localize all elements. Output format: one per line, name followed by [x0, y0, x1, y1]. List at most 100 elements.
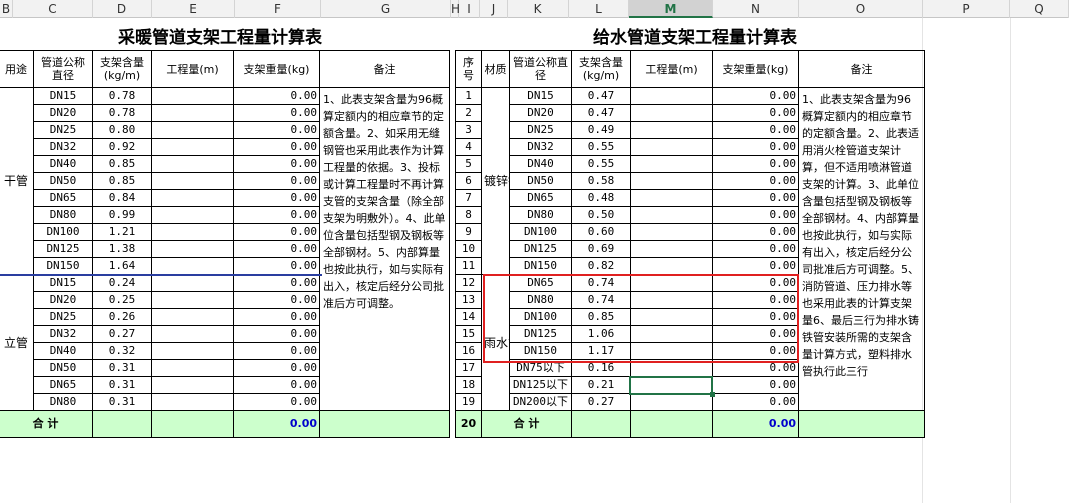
- quantity-cell[interactable]: [151, 342, 234, 360]
- quantity-cell[interactable]: [151, 308, 234, 326]
- weight-cell[interactable]: 0.00: [233, 359, 320, 377]
- quantity-cell[interactable]: [630, 155, 713, 173]
- group-label-riser[interactable]: 立管: [0, 274, 34, 411]
- weight-cell[interactable]: 0.00: [233, 257, 320, 275]
- pipe-size-cell[interactable]: DN40: [33, 155, 93, 173]
- column-header-b[interactable]: B: [0, 0, 13, 18]
- pipe-size-cell[interactable]: DN150: [33, 257, 93, 275]
- support-rate-cell[interactable]: 1.21: [92, 223, 152, 241]
- column-header-h[interactable]: H: [451, 0, 460, 18]
- support-rate-cell[interactable]: 0.78: [92, 87, 152, 105]
- support-rate-cell[interactable]: 0.84: [92, 189, 152, 207]
- column-header-l[interactable]: L: [569, 0, 629, 18]
- pipe-size-cell[interactable]: DN20: [509, 104, 572, 122]
- quantity-cell[interactable]: [151, 189, 234, 207]
- total-empty[interactable]: [571, 410, 631, 438]
- column-title[interactable]: 备注: [319, 50, 450, 88]
- row-number-cell[interactable]: 4: [455, 138, 482, 156]
- row-number-cell[interactable]: 10: [455, 240, 482, 258]
- weight-cell[interactable]: 0.00: [712, 240, 799, 258]
- weight-cell[interactable]: 0.00: [712, 104, 799, 122]
- quantity-cell[interactable]: [151, 376, 234, 394]
- weight-cell[interactable]: 0.00: [233, 223, 320, 241]
- support-rate-cell[interactable]: 0.85: [92, 172, 152, 190]
- row-number-cell[interactable]: 12: [455, 274, 482, 292]
- pipe-size-cell[interactable]: DN40: [509, 155, 572, 173]
- weight-cell[interactable]: 0.00: [233, 342, 320, 360]
- column-header-o[interactable]: O: [799, 0, 923, 18]
- pipe-size-cell[interactable]: DN32: [33, 138, 93, 156]
- row-number-cell[interactable]: 2: [455, 104, 482, 122]
- quantity-cell[interactable]: [630, 87, 713, 105]
- weight-cell[interactable]: 0.00: [233, 87, 320, 105]
- weight-cell[interactable]: 0.00: [712, 189, 799, 207]
- pipe-size-cell[interactable]: DN80: [33, 206, 93, 224]
- row-number-cell[interactable]: 1: [455, 87, 482, 105]
- support-rate-cell[interactable]: 0.82: [571, 257, 631, 275]
- pipe-size-cell[interactable]: DN65: [33, 189, 93, 207]
- weight-cell[interactable]: 0.00: [233, 274, 320, 292]
- pipe-size-cell[interactable]: DN200以下: [509, 393, 572, 411]
- pipe-size-cell[interactable]: DN125: [33, 240, 93, 258]
- support-rate-cell[interactable]: 0.24: [92, 274, 152, 292]
- total-empty[interactable]: [92, 410, 152, 438]
- row-number-cell[interactable]: 5: [455, 155, 482, 173]
- total-empty[interactable]: [151, 410, 234, 438]
- weight-cell[interactable]: 0.00: [233, 121, 320, 139]
- pipe-size-cell[interactable]: DN50: [33, 172, 93, 190]
- support-rate-cell[interactable]: 0.92: [92, 138, 152, 156]
- support-rate-cell[interactable]: 0.50: [571, 206, 631, 224]
- weight-cell[interactable]: 0.00: [233, 155, 320, 173]
- quantity-cell[interactable]: [151, 240, 234, 258]
- pipe-size-cell[interactable]: DN80: [509, 206, 572, 224]
- column-header-m[interactable]: M: [629, 0, 713, 18]
- pipe-size-cell[interactable]: DN20: [33, 291, 93, 309]
- quantity-cell[interactable]: [630, 121, 713, 139]
- weight-cell[interactable]: 0.00: [712, 87, 799, 105]
- quantity-cell[interactable]: [151, 172, 234, 190]
- quantity-cell[interactable]: [630, 104, 713, 122]
- pipe-size-cell[interactable]: DN15: [509, 87, 572, 105]
- support-rate-cell[interactable]: 0.27: [92, 325, 152, 343]
- quantity-cell[interactable]: [151, 104, 234, 122]
- column-header-q[interactable]: Q: [1010, 0, 1069, 18]
- support-rate-cell[interactable]: 0.27: [571, 393, 631, 411]
- weight-cell[interactable]: 0.00: [712, 223, 799, 241]
- pipe-size-cell[interactable]: DN125以下: [509, 376, 572, 394]
- column-header-g[interactable]: G: [321, 0, 451, 18]
- support-rate-cell[interactable]: 0.31: [92, 376, 152, 394]
- support-rate-cell[interactable]: 0.55: [571, 155, 631, 173]
- support-rate-cell[interactable]: 0.48: [571, 189, 631, 207]
- quantity-cell[interactable]: [151, 138, 234, 156]
- column-title[interactable]: 支架含量(kg/m): [571, 50, 631, 88]
- group-label-main-pipe[interactable]: 干管: [0, 87, 34, 275]
- support-rate-cell[interactable]: 0.26: [92, 308, 152, 326]
- column-title[interactable]: 支架重量(kg): [233, 50, 320, 88]
- pipe-size-cell[interactable]: DN50: [509, 172, 572, 190]
- quantity-cell[interactable]: [151, 393, 234, 411]
- fill-handle[interactable]: [710, 392, 715, 397]
- pipe-size-cell[interactable]: DN50: [33, 359, 93, 377]
- pipe-size-cell[interactable]: DN25: [509, 121, 572, 139]
- column-title[interactable]: 用途: [0, 50, 34, 88]
- quantity-cell[interactable]: [630, 240, 713, 258]
- row-number-cell[interactable]: 8: [455, 206, 482, 224]
- weight-cell[interactable]: 0.00: [233, 104, 320, 122]
- quantity-cell[interactable]: [630, 257, 713, 275]
- column-header-j[interactable]: J: [480, 0, 508, 18]
- quantity-cell[interactable]: [151, 291, 234, 309]
- pipe-size-cell[interactable]: DN125: [509, 240, 572, 258]
- weight-cell[interactable]: 0.00: [233, 308, 320, 326]
- total-value[interactable]: 0.00: [712, 410, 799, 438]
- support-rate-cell[interactable]: 0.80: [92, 121, 152, 139]
- support-rate-cell[interactable]: 0.47: [571, 87, 631, 105]
- column-header-d[interactable]: D: [92, 0, 152, 18]
- pipe-size-cell[interactable]: DN65: [509, 189, 572, 207]
- quantity-cell[interactable]: [151, 257, 234, 275]
- quantity-cell[interactable]: [630, 223, 713, 241]
- total-row-number[interactable]: 20: [455, 410, 482, 438]
- row-number-cell[interactable]: 15: [455, 325, 482, 343]
- quantity-cell[interactable]: [151, 274, 234, 292]
- row-number-cell[interactable]: 6: [455, 172, 482, 190]
- total-label[interactable]: 合 计: [481, 410, 572, 438]
